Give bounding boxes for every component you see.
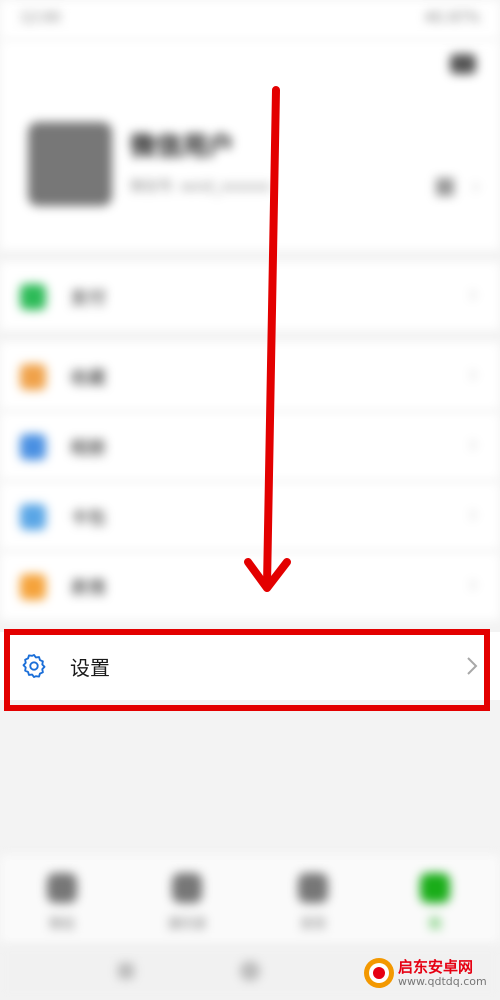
tab-label: 发现 bbox=[299, 917, 326, 932]
menu-item-pay[interactable]: 支付 › bbox=[0, 262, 500, 330]
bottom-nav: 微信 通讯录 发现 我 bbox=[0, 855, 500, 945]
profile-wechat-id: 微信号: wxid_xxxxxx bbox=[130, 179, 271, 195]
menu-item-cards[interactable]: 卡包 › bbox=[0, 482, 500, 550]
discover-icon bbox=[298, 873, 328, 903]
menu-item-label: 相册 bbox=[70, 438, 106, 459]
chevron-right-icon: › bbox=[468, 500, 478, 528]
stickers-icon bbox=[20, 574, 46, 600]
tab-discover[interactable]: 发现 bbox=[283, 873, 343, 933]
status-bar: 12:00 4G 87% bbox=[0, 0, 500, 40]
tab-contacts[interactable]: 通讯录 bbox=[157, 873, 217, 933]
recent-apps-icon[interactable] bbox=[118, 963, 134, 979]
menu-item-label: 支付 bbox=[70, 288, 106, 309]
menu-item-favorites[interactable]: 收藏 › bbox=[0, 342, 500, 410]
contacts-icon bbox=[172, 873, 202, 903]
watermark-logo-icon bbox=[364, 958, 394, 988]
chevron-right-icon: › bbox=[468, 570, 478, 598]
highlight-box bbox=[4, 629, 490, 711]
profile-nickname: 微信用户 bbox=[130, 132, 235, 162]
favorites-icon bbox=[20, 364, 46, 390]
cards-icon bbox=[20, 504, 46, 530]
chevron-right-icon: › bbox=[472, 174, 480, 198]
menu-item-label: 收藏 bbox=[70, 368, 106, 389]
tab-chats[interactable]: 微信 bbox=[32, 873, 92, 933]
chevron-right-icon: › bbox=[468, 430, 478, 458]
watermark-name: 启东安卓网 bbox=[398, 958, 474, 976]
tab-label: 我 bbox=[428, 917, 442, 932]
tab-me[interactable]: 我 bbox=[405, 873, 465, 933]
chats-icon bbox=[47, 873, 77, 903]
watermark-url: www.qdtdq.com bbox=[398, 975, 487, 988]
chevron-right-icon: › bbox=[468, 360, 478, 388]
album-icon bbox=[20, 434, 46, 460]
home-icon[interactable] bbox=[240, 961, 260, 981]
pay-icon bbox=[20, 284, 46, 310]
watermark: 启东安卓网 www.qdtdq.com bbox=[362, 954, 492, 992]
status-indicators: 4G 87% bbox=[424, 10, 480, 26]
profile-header: 微信用户 微信号: wxid_xxxxxx › bbox=[0, 40, 500, 250]
menu-item-label: 表情 bbox=[70, 578, 106, 599]
qr-code-icon[interactable] bbox=[436, 178, 454, 196]
menu-item-label: 卡包 bbox=[70, 508, 106, 529]
avatar[interactable] bbox=[28, 122, 112, 206]
me-icon bbox=[420, 873, 450, 903]
chevron-right-icon: › bbox=[468, 280, 478, 308]
tab-label: 通讯录 bbox=[167, 917, 207, 932]
menu-item-stickers[interactable]: 表情 › bbox=[0, 552, 500, 620]
camera-icon[interactable] bbox=[450, 54, 476, 74]
tab-label: 微信 bbox=[48, 917, 75, 932]
status-time: 12:00 bbox=[20, 10, 61, 26]
menu-item-album[interactable]: 相册 › bbox=[0, 412, 500, 480]
